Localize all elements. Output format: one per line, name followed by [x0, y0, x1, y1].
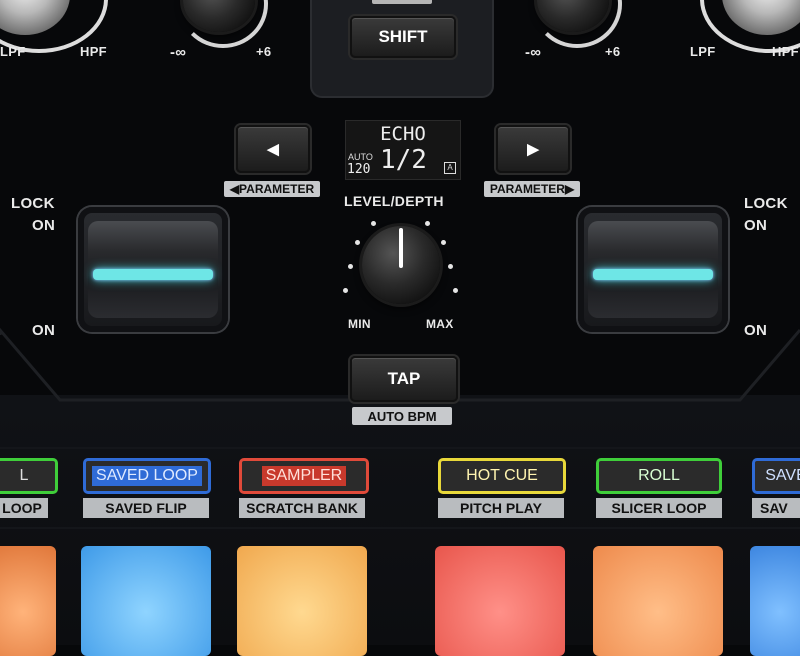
pad-mode-label: SAVE [765, 467, 800, 484]
left-trim-min-label: -∞ [170, 44, 187, 61]
pad-mode-label: SAMPLER [261, 466, 347, 486]
right-on-top-label: ON [744, 217, 768, 234]
right-lpf-label: LPF [690, 44, 716, 59]
performance-pad[interactable] [0, 546, 56, 656]
fx-effect-name: ECHO [380, 123, 426, 145]
right-trim-max-label: +6 [605, 44, 621, 59]
left-triangle-icon: ◀ [267, 141, 279, 158]
scale-dot [441, 240, 446, 245]
parameter-right-button[interactable]: ▶ [496, 125, 570, 173]
knob-max-label: MAX [426, 317, 454, 331]
pitch-play-tag: PITCH PLAY [438, 498, 564, 518]
fx-badge: A [444, 162, 456, 174]
pad-mode-label: HOT CUE [466, 467, 538, 484]
scale-dot [355, 240, 360, 245]
left-trim-max-label: +6 [256, 44, 272, 59]
right-on-bottom-label: ON [744, 322, 768, 339]
hot-cue-button[interactable]: HOT CUE [438, 458, 566, 494]
pad-mode-button[interactable]: L [0, 458, 58, 494]
right-lever-led [593, 269, 713, 280]
shift-top-tag [372, 0, 432, 4]
saved-flip-tag: SAVED FLIP [83, 498, 209, 518]
right-lock-label: LOCK [744, 195, 788, 212]
left-on-top-label: ON [32, 217, 56, 234]
parameter-right-tag: PARAMETER▶ [484, 181, 580, 197]
right-triangle-icon: ▶ [527, 141, 539, 158]
performance-pad[interactable] [237, 546, 367, 656]
scale-dot [448, 264, 453, 269]
knob-indicator [399, 228, 403, 268]
performance-pad[interactable] [81, 546, 211, 656]
scale-dot [453, 288, 458, 293]
parameter-left-tag: ◀PARAMETER [224, 181, 320, 197]
sampler-button[interactable]: SAMPLER [239, 458, 369, 494]
level-depth-label: LEVEL/DEPTH [344, 193, 444, 209]
pad-mode-sub-tag: SAV [752, 498, 800, 518]
level-depth-knob[interactable] [362, 226, 440, 304]
right-fx-lever[interactable] [578, 207, 728, 332]
left-on-bottom-label: ON [32, 322, 56, 339]
slicer-loop-tag: SLICER LOOP [596, 498, 722, 518]
performance-pad[interactable] [435, 546, 565, 656]
fx-display: ECHO AUTO 120 1/2 A [345, 120, 461, 180]
pad-mode-sub-tag: LOOP [0, 498, 48, 518]
scale-dot [343, 288, 348, 293]
pad-mode-label: L [19, 467, 29, 484]
right-hpf-label: HPF [772, 44, 799, 59]
scratch-bank-tag: SCRATCH BANK [239, 498, 365, 518]
left-fx-lever[interactable] [78, 207, 228, 332]
knob-min-label: MIN [348, 317, 371, 331]
pad-mode-button[interactable]: SAVE [752, 458, 800, 494]
shift-button[interactable]: SHIFT [350, 16, 456, 58]
fx-bpm-value: 120 [347, 162, 371, 177]
left-lpf-label: LPF [0, 44, 26, 59]
parameter-left-button[interactable]: ◀ [236, 125, 310, 173]
auto-bpm-tag: AUTO BPM [352, 407, 452, 425]
left-lever-led [93, 269, 213, 280]
fx-beat-value: 1/2 [380, 145, 427, 175]
right-trim-min-label: -∞ [525, 44, 542, 61]
pad-mode-label: ROLL [638, 467, 680, 484]
left-lock-label: LOCK [11, 195, 55, 212]
performance-pad[interactable] [593, 546, 723, 656]
performance-pad[interactable] [750, 546, 800, 656]
scale-dot [348, 264, 353, 269]
left-hpf-label: HPF [80, 44, 107, 59]
scale-dot [425, 221, 430, 226]
tap-button[interactable]: TAP [350, 356, 458, 402]
pad-mode-label: SAVED LOOP [92, 466, 202, 486]
fx-mode-label: AUTO [348, 152, 373, 162]
scale-dot [371, 221, 376, 226]
roll-button[interactable]: ROLL [596, 458, 722, 494]
saved-loop-button[interactable]: SAVED LOOP [83, 458, 211, 494]
